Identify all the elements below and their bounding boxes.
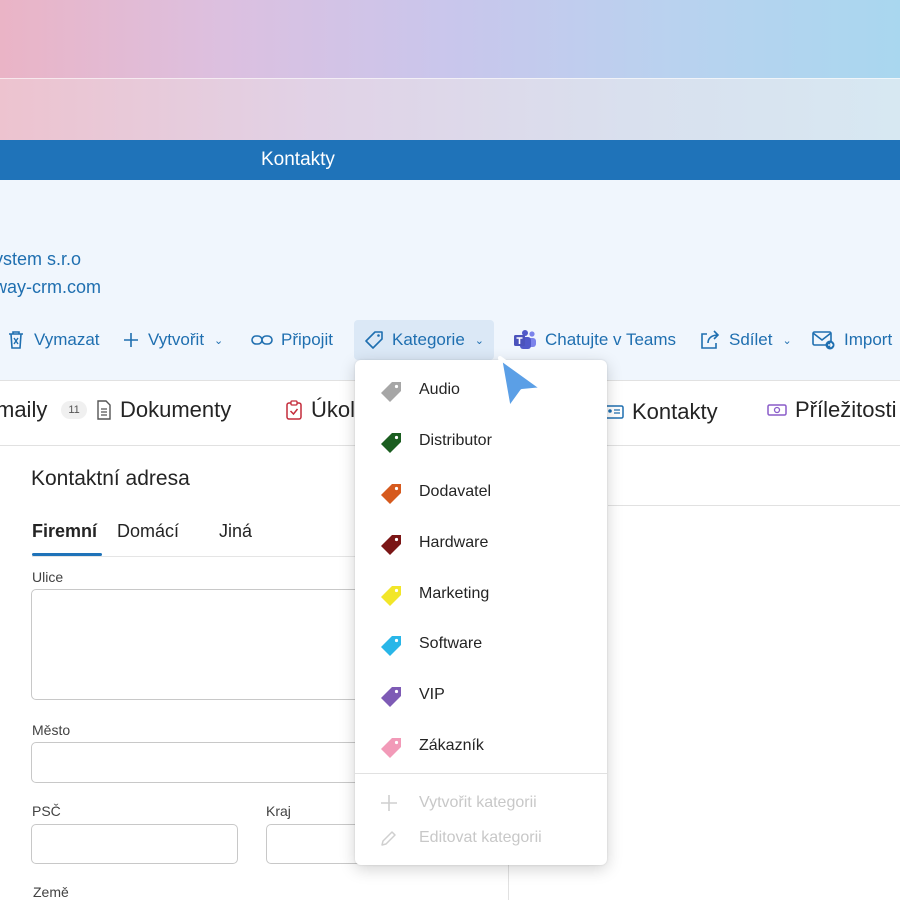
right-panel-divider bbox=[608, 505, 900, 506]
zip-field[interactable] bbox=[31, 824, 238, 864]
category-label: Kategorie bbox=[392, 330, 465, 349]
create-label: Vytvořit bbox=[148, 330, 205, 349]
tag-icon bbox=[381, 586, 401, 606]
tab-documents-label: Dokumenty bbox=[120, 397, 232, 422]
tag-icon bbox=[381, 738, 401, 758]
category-item-label: Zákazník bbox=[419, 737, 484, 754]
delete-label: Vymazat bbox=[34, 330, 100, 349]
category-item-label: VIP bbox=[419, 686, 445, 703]
city-field[interactable] bbox=[31, 742, 371, 783]
column-divider bbox=[508, 862, 509, 900]
mail-import-icon bbox=[812, 331, 835, 350]
category-item-vip[interactable]: VIP bbox=[355, 671, 607, 721]
tag-icon bbox=[381, 535, 401, 555]
subtab-business[interactable]: Firemní bbox=[32, 521, 97, 542]
category-item-label: Audio bbox=[419, 381, 460, 398]
toolbar: Vymazat Vytvořit ⌄ Připojit Kategorie ⌄ bbox=[0, 320, 900, 360]
category-item-label: Software bbox=[419, 635, 483, 652]
tag-icon bbox=[381, 687, 401, 707]
category-item-distributor[interactable]: Distributor bbox=[355, 417, 607, 467]
category-item-label: Dodavatel bbox=[419, 483, 492, 500]
teams-icon bbox=[514, 330, 536, 349]
tab-opportunities-label: Příležitosti bbox=[795, 397, 897, 422]
tab-tasks-label: Úkol bbox=[311, 397, 356, 422]
pencil-icon bbox=[381, 831, 396, 846]
country-label: Země bbox=[33, 884, 69, 900]
contact-address-title: Kontaktní adresa bbox=[31, 467, 190, 490]
link-icon bbox=[251, 335, 273, 345]
tab-tasks[interactable]: Úkol bbox=[285, 397, 355, 423]
delete-button[interactable]: Vymazat bbox=[6, 320, 100, 360]
category-button[interactable]: Kategorie ⌄ bbox=[354, 320, 494, 360]
category-item-label: Distributor bbox=[419, 432, 492, 449]
tab-contacts[interactable]: Kontakty bbox=[604, 399, 718, 425]
window-title: Kontakty bbox=[261, 149, 335, 170]
region-label: Kraj bbox=[266, 803, 291, 819]
tag-icon bbox=[365, 331, 383, 349]
category-item-supplier[interactable]: Dodavatel bbox=[355, 468, 607, 518]
menu-separator bbox=[355, 773, 607, 774]
trash-icon bbox=[9, 331, 23, 349]
clipboard-check-icon bbox=[286, 400, 302, 420]
category-item-audio[interactable]: Audio bbox=[355, 366, 607, 416]
tag-icon bbox=[381, 382, 401, 402]
app-titlebar: Kontakty bbox=[0, 140, 900, 180]
tab-opportunities[interactable]: Příležitosti bbox=[767, 397, 896, 423]
tag-icon bbox=[381, 433, 401, 453]
money-icon bbox=[767, 404, 787, 416]
create-category-label: Vytvořit kategorii bbox=[419, 794, 537, 811]
attach-label: Připojit bbox=[281, 330, 333, 349]
city-label: Město bbox=[32, 722, 71, 738]
chevron-down-icon: ⌄ bbox=[214, 334, 224, 347]
category-item-software[interactable]: Software bbox=[355, 620, 607, 670]
tab-documents[interactable]: Dokumenty bbox=[96, 397, 231, 423]
attach-button[interactable]: Připojit bbox=[251, 320, 333, 360]
share-label: Sdílet bbox=[729, 330, 773, 349]
subtab-divider bbox=[32, 556, 362, 557]
company-name: ystem s.r.o bbox=[0, 249, 82, 269]
tab-emails-label: maily bbox=[0, 397, 48, 422]
plus-icon bbox=[381, 795, 397, 811]
emails-count-badge: 11 bbox=[61, 401, 87, 419]
category-item-hardware[interactable]: Hardware bbox=[355, 519, 607, 569]
street-field[interactable] bbox=[31, 589, 371, 700]
company-website-link[interactable]: way-crm.com bbox=[0, 277, 101, 298]
share-button[interactable]: Sdílet ⌄ bbox=[699, 320, 792, 360]
category-item-label: Hardware bbox=[419, 534, 489, 551]
zip-label: PSČ bbox=[32, 803, 61, 819]
contact-card-icon bbox=[604, 405, 624, 419]
subtab-other[interactable]: Jiná bbox=[219, 521, 252, 542]
tag-icon bbox=[381, 636, 401, 656]
top-gradient-banner bbox=[0, 0, 900, 78]
mouse-cursor-icon bbox=[498, 356, 545, 411]
tab-emails[interactable]: maily 11 bbox=[0, 397, 87, 423]
chevron-down-icon: ⌄ bbox=[782, 334, 792, 347]
tag-icon bbox=[381, 484, 401, 504]
subtab-home[interactable]: Domácí bbox=[117, 521, 179, 542]
edit-category-label: Editovat kategorii bbox=[419, 829, 542, 846]
category-item-marketing[interactable]: Marketing bbox=[355, 570, 607, 620]
teams-label: Chatujte v Teams bbox=[545, 330, 677, 349]
import-label: Import bbox=[844, 330, 893, 349]
create-category-item[interactable]: Vytvořit kategorii bbox=[355, 786, 607, 820]
plus-icon bbox=[124, 333, 138, 347]
edit-category-item[interactable]: Editovat kategorii bbox=[355, 821, 607, 855]
share-icon bbox=[701, 330, 720, 349]
document-icon bbox=[97, 400, 111, 420]
subtab-selected-indicator bbox=[32, 553, 102, 556]
top-gradient-strip bbox=[0, 78, 900, 140]
tab-contacts-label: Kontakty bbox=[632, 399, 718, 424]
teams-chat-button[interactable]: Chatujte v Teams bbox=[513, 320, 676, 360]
category-dropdown-menu: Audio Distributor Dodavatel Hardware Mar… bbox=[355, 360, 607, 865]
import-button[interactable]: Import bbox=[812, 320, 892, 360]
street-label: Ulice bbox=[32, 569, 64, 585]
category-item-label: Marketing bbox=[419, 585, 490, 602]
chevron-down-icon: ⌄ bbox=[474, 334, 484, 347]
create-button[interactable]: Vytvořit ⌄ bbox=[122, 320, 223, 360]
category-item-customer[interactable]: Zákazník bbox=[355, 722, 607, 772]
